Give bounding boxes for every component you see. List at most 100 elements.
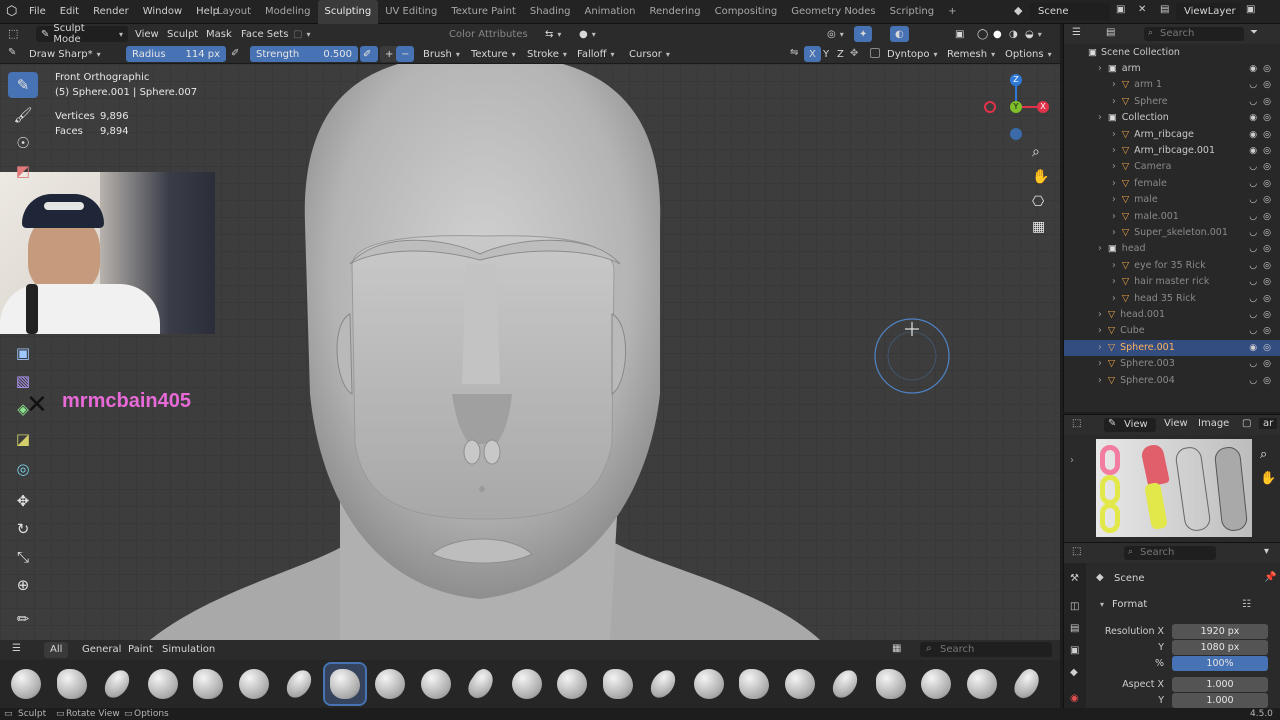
visibility-eye-icon[interactable]: ◡◎	[1249, 356, 1277, 372]
outliner-row[interactable]: › ▽ Cube ◡◎	[1064, 323, 1280, 339]
visibility-eye-icon[interactable]: ◡◎	[1249, 176, 1277, 192]
expand-arrow-icon[interactable]: ›	[1112, 96, 1116, 107]
box-face-set-tool-icon[interactable]: ▣	[8, 340, 38, 366]
outliner-row[interactable]: › ▽ hair master rick ◡◎	[1064, 274, 1280, 290]
resolution-percent-field[interactable]: 100%	[1172, 656, 1268, 671]
brush-multiplane-scrape-icon[interactable]	[689, 664, 729, 704]
outliner-row[interactable]: › ▽ Sphere.004 ◡◎	[1064, 373, 1280, 389]
menu-mask[interactable]: Mask	[201, 26, 237, 42]
image-view-menu[interactable]: View	[1164, 418, 1188, 429]
brush-pose-icon[interactable]	[825, 664, 865, 704]
outliner-row[interactable]: › ▽ male.001 ◡◎	[1064, 209, 1280, 225]
expand-arrow-icon[interactable]: ›	[1098, 63, 1102, 74]
gizmo-y-axis[interactable]: Y	[1010, 101, 1022, 113]
menu-edit[interactable]: Edit	[53, 0, 86, 24]
outliner-row[interactable]: › ▽ male ◡◎	[1064, 192, 1280, 208]
visibility-eye-icon[interactable]: ◡◎	[1249, 94, 1277, 110]
brush-clay-thumb-icon[interactable]	[143, 664, 183, 704]
outliner-row[interactable]: › ▽ head.001 ◡◎	[1064, 307, 1280, 323]
falloff-dropdown[interactable]: Falloff	[572, 46, 620, 62]
properties-search-input[interactable]: Search	[1124, 546, 1216, 560]
outliner-editor-icon[interactable]: ☰	[1072, 27, 1081, 38]
cursor-dropdown[interactable]: Cursor	[624, 46, 675, 62]
mask-tool-icon[interactable]: ◩	[8, 158, 38, 184]
render-props-tab-icon[interactable]: ◫	[1070, 601, 1079, 612]
tab-animation[interactable]: Animation	[578, 0, 643, 24]
new-view-layer-icon[interactable]: ▣	[1246, 4, 1255, 15]
xray-icon[interactable]: ▣	[950, 26, 969, 42]
visibility-eye-icon[interactable]: ◡◎	[1249, 192, 1277, 208]
menu-window[interactable]: Window	[136, 0, 189, 24]
expand-arrow-icon[interactable]: ›	[1112, 145, 1116, 156]
outliner-row[interactable]: › ▽ Super_skeleton.001 ◡◎	[1064, 225, 1280, 241]
expand-arrow-icon[interactable]: ›	[1098, 112, 1102, 123]
gizmo-x-axis[interactable]: X	[1037, 101, 1049, 113]
tab-shading[interactable]: Shading	[523, 0, 578, 24]
mesh-filter-tool-icon[interactable]: ◪	[8, 426, 38, 452]
mode-selector[interactable]: ✎ Sculpt Mode	[36, 23, 128, 45]
transform-tool-icon[interactable]: ⊕	[8, 572, 38, 598]
expand-arrow-icon[interactable]: ›	[1098, 358, 1102, 369]
expand-arrow-icon[interactable]: ›	[1098, 375, 1102, 386]
visibility-eye-icon[interactable]: ◉◎	[1249, 340, 1277, 356]
gizmo-toggle-icon[interactable]: ✦	[854, 26, 873, 42]
overlay-toggle-icon[interactable]: ◐	[890, 26, 909, 42]
expand-arrow-icon[interactable]: ›	[1112, 129, 1116, 140]
menu-view[interactable]: View	[130, 26, 164, 42]
shading-circle-icon[interactable]: ●	[574, 26, 601, 42]
image-pan-icon[interactable]: ✋	[1260, 471, 1276, 486]
brush-dropdown[interactable]: Brush	[418, 46, 465, 62]
shelf-menu-icon[interactable]: ☰	[12, 643, 21, 654]
outliner-row[interactable]: › ▽ Sphere ◡◎	[1064, 94, 1280, 110]
expand-arrow-icon[interactable]: ›	[1112, 276, 1116, 287]
display-mode-icon[interactable]: ▤	[1106, 27, 1115, 38]
stroke-dropdown[interactable]: Stroke	[522, 46, 572, 62]
scale-tool-icon[interactable]: ⤡	[8, 544, 38, 570]
menu-face-sets[interactable]: Face Sets	[236, 26, 293, 42]
tab-rendering[interactable]: Rendering	[643, 0, 708, 24]
brush-draw-icon[interactable]	[279, 664, 319, 704]
lasso-trim-tool-icon[interactable]: ▧	[8, 368, 38, 394]
visibility-eye-icon[interactable]: ◉◎	[1249, 61, 1277, 77]
menu-sculpt[interactable]: Sculpt	[162, 26, 203, 42]
brush-crease-icon[interactable]	[188, 664, 228, 704]
expand-arrow-icon[interactable]: ›	[1112, 79, 1116, 90]
outliner-row[interactable]: › ▽ eye for 35 Rick ◡◎	[1064, 258, 1280, 274]
brush-inflate-icon[interactable]	[552, 664, 592, 704]
view-layer-selector[interactable]: ViewLayer	[1176, 3, 1240, 20]
color-attributes-label[interactable]: Color Attributes	[444, 26, 533, 42]
camera-view-icon[interactable]: ⎔	[1032, 194, 1044, 210]
expand-arrow-icon[interactable]: ›	[1098, 243, 1102, 254]
visibility-eye-icon[interactable]: ◡◎	[1249, 241, 1277, 257]
shelf-search-input[interactable]: Search	[920, 642, 1052, 657]
delete-scene-icon[interactable]: ✕	[1138, 4, 1146, 15]
brush-pinch-icon[interactable]	[780, 664, 820, 704]
add-workspace-button[interactable]: +	[941, 0, 963, 24]
editor-type-icon[interactable]: ⬚	[8, 27, 18, 40]
sculpt-head-model[interactable]	[0, 64, 1060, 640]
navigation-gizmo[interactable]: Z Y X	[982, 74, 1050, 146]
brush-clay-icon[interactable]	[52, 664, 92, 704]
tab-uv-editing[interactable]: UV Editing	[378, 0, 444, 24]
rotate-tool-icon[interactable]: ↻	[8, 516, 38, 542]
pin-icon[interactable]: 📌	[1264, 572, 1276, 583]
expand-arrow-icon[interactable]: ›	[1112, 227, 1116, 238]
visibility-eye-icon[interactable]: ◡◎	[1249, 307, 1277, 323]
expand-arrow-icon[interactable]: ›	[1112, 161, 1116, 172]
visibility-eye-icon[interactable]: ◡◎	[1249, 274, 1277, 290]
format-section-label[interactable]: Format	[1112, 599, 1147, 610]
shelf-tab-all[interactable]: All	[44, 642, 69, 658]
tab-geometry-nodes[interactable]: Geometry Nodes	[784, 0, 882, 24]
image-menu[interactable]: Image	[1198, 418, 1229, 429]
brush-rotate-icon[interactable]	[871, 664, 911, 704]
visibility-eye-icon[interactable]: ◉◎	[1249, 143, 1277, 159]
mirror-z-toggle[interactable]: Z	[832, 46, 849, 62]
brush-selector[interactable]: Draw Sharp*	[24, 46, 120, 62]
smooth-tool-icon[interactable]: ☉	[8, 130, 38, 156]
brush-nudge-icon[interactable]	[734, 664, 774, 704]
menu-file[interactable]: File	[22, 0, 53, 24]
outliner-row[interactable]: › ▽ arm 1 ◡◎	[1064, 77, 1280, 93]
brush-fill-icon[interactable]	[416, 664, 456, 704]
brush-flatten-icon[interactable]	[461, 664, 501, 704]
visibility-eye-icon[interactable]: ◡◎	[1249, 291, 1277, 307]
